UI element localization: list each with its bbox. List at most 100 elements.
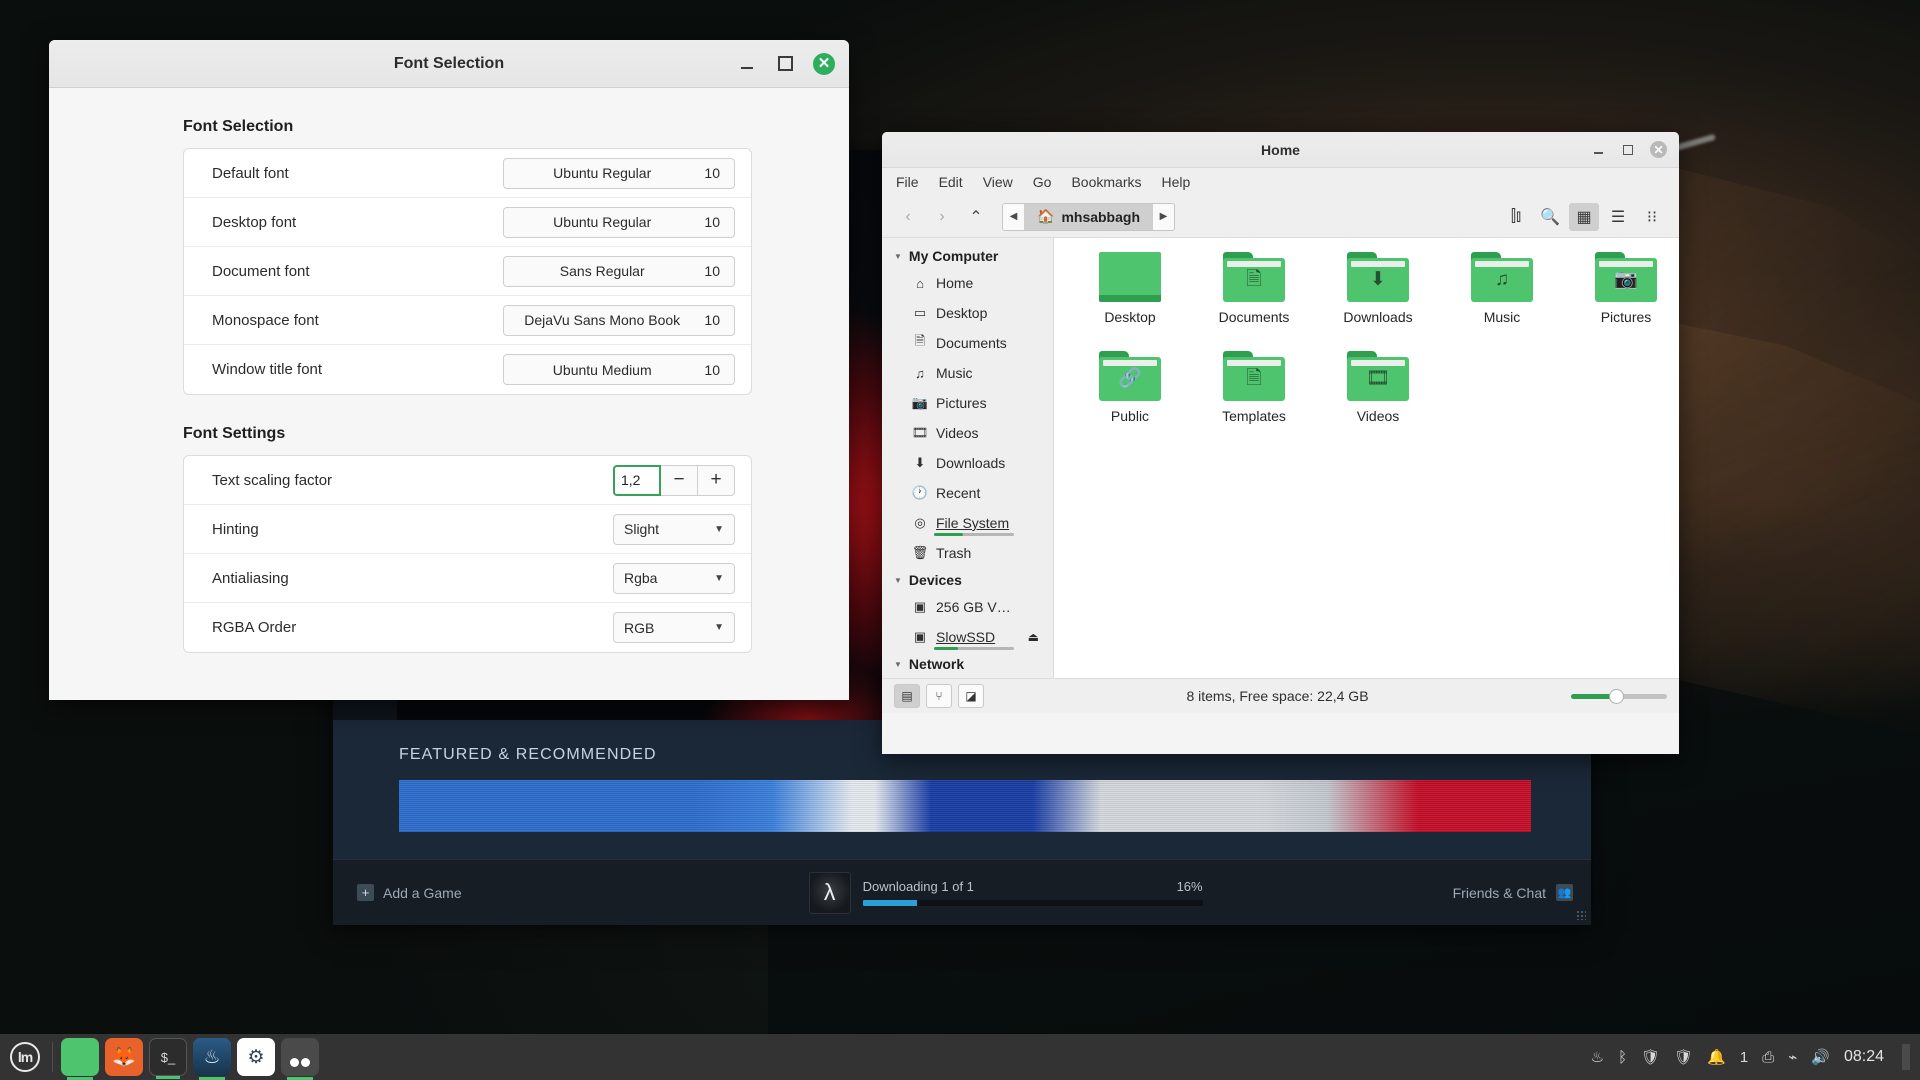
close-icon[interactable]: ✕ <box>813 52 835 75</box>
firewall-icon[interactable]: 🛡 <box>1674 1048 1693 1066</box>
rgba-order-select[interactable]: RGB ▼ <box>613 612 735 643</box>
icon-view-icon[interactable]: ▦ <box>1569 202 1599 231</box>
removable-media-icon[interactable]: ⎙ <box>1762 1049 1774 1066</box>
file-manager-titlebar[interactable]: Home ✕ <box>882 132 1679 168</box>
split-view-icon[interactable]: ⫿⫾ <box>1501 203 1531 231</box>
font-dialog-titlebar[interactable]: Font Selection ✕ <box>49 40 849 88</box>
notifications-icon[interactable]: 🔔 <box>1707 1048 1726 1066</box>
sidebar-item-network[interactable]: 🌐Network <box>882 676 1053 678</box>
resize-grip[interactable] <box>1576 910 1586 920</box>
tree-icon[interactable]: ⑂ <box>926 684 952 708</box>
antialiasing-select[interactable]: Rgba ▼ <box>613 562 735 594</box>
file-manager-content[interactable]: Desktop 🗎 Documents ⬇ Downloads ♫ Music 📷 Pictur… <box>1054 238 1679 678</box>
font-selection-group[interactable]: Default font Ubuntu Regular 10 Desktop font… <box>183 148 752 395</box>
text-scaling-input[interactable]: 1,2 <box>613 464 661 496</box>
font-selection-dialog[interactable]: Font Selection ✕ Font Selection Default … <box>49 40 849 700</box>
sidebar-header-devices[interactable]: ▼ Devices <box>882 568 1053 592</box>
sidebar-item-downloads[interactable]: ⬇ Downloads <box>882 448 1053 478</box>
launcher-toggles[interactable] <box>281 1038 319 1080</box>
file-item[interactable]: ⬇ Downloads <box>1316 252 1440 325</box>
menu-edit[interactable]: Edit <box>939 174 963 190</box>
sidebar-item-file-system[interactable]: ◎ File System <box>882 508 1053 538</box>
file-item[interactable]: ♫ Music <box>1440 252 1564 325</box>
file-item[interactable]: 🎞 Videos <box>1316 351 1440 424</box>
taskbar-launchers[interactable]: 🦊 $_ ♨ ⚙ <box>61 1038 319 1080</box>
launcher-files[interactable] <box>61 1038 99 1080</box>
font-picker-button[interactable]: Ubuntu Medium 10 <box>503 354 735 385</box>
file-manager-window[interactable]: Home ✕ File Edit View Go Bookmarks Help ‹ › ⌃… <box>882 132 1679 754</box>
maximize-icon[interactable] <box>775 54 795 74</box>
list-view-icon[interactable]: ☰ <box>1603 203 1633 231</box>
font-picker-button[interactable]: Sans Regular 10 <box>503 255 735 287</box>
maximize-icon[interactable] <box>1620 142 1636 158</box>
sidebar-item-videos[interactable]: 🎞 Videos <box>882 418 1053 448</box>
font-picker-button[interactable]: Ubuntu Regular 10 <box>503 157 735 189</box>
steam-tray-icon[interactable]: ♨ <box>1591 1048 1604 1066</box>
sidebar-header-network[interactable]: ▼ Network <box>882 652 1053 676</box>
add-a-game-button[interactable]: + Add a Game <box>357 884 462 901</box>
menu-bar[interactable]: File Edit View Go Bookmarks Help <box>882 168 1679 196</box>
mint-menu-button[interactable]: lm <box>0 1034 50 1080</box>
sidebar-item-pictures[interactable]: 📷 Pictures <box>882 388 1053 418</box>
zoom-slider[interactable] <box>1571 688 1667 704</box>
path-next-button[interactable]: ▶ <box>1153 203 1175 230</box>
compact-view-icon[interactable]: ⁝⁝ <box>1637 203 1667 231</box>
launcher-terminal[interactable]: $_ <box>149 1038 187 1079</box>
close-icon[interactable]: ✕ <box>1650 141 1667 158</box>
file-item[interactable]: 📷 Pictures <box>1564 252 1679 325</box>
hinting-select[interactable]: Slight ▼ <box>613 513 735 545</box>
volume-icon[interactable]: 🔊 <box>1811 1048 1830 1066</box>
eject-icon[interactable]: ⏏ <box>1028 630 1039 644</box>
minimize-icon[interactable] <box>1590 142 1606 158</box>
font-picker-button[interactable]: Ubuntu Regular 10 <box>503 206 735 238</box>
menu-go[interactable]: Go <box>1033 174 1052 190</box>
sidebar-header-my-computer[interactable]: ▼ My Computer <box>882 244 1053 268</box>
sidebar-item-desktop[interactable]: ▭ Desktop <box>882 298 1053 328</box>
update-manager-icon[interactable]: 🛡 <box>1641 1048 1660 1066</box>
zoom-slider-knob[interactable] <box>1609 688 1625 704</box>
sidebar-item-home[interactable]: ⌂ Home <box>882 268 1053 298</box>
search-icon[interactable]: 🔍 <box>1535 203 1565 231</box>
sidebar-item-trash[interactable]: 🗑 Trash <box>882 538 1053 568</box>
menu-bookmarks[interactable]: Bookmarks <box>1071 174 1141 190</box>
file-item[interactable]: Desktop <box>1068 252 1192 325</box>
file-item[interactable]: 🔗 Public <box>1068 351 1192 424</box>
sidebar-item-slowssd[interactable]: ▣ SlowSSD ⏏ <box>882 622 1053 652</box>
launcher-settings[interactable]: ⚙ <box>237 1038 275 1076</box>
featured-banner[interactable] <box>399 780 1531 832</box>
friends-and-chat-button[interactable]: Friends & Chat 👥 <box>1453 884 1591 901</box>
file-manager-sidebar[interactable]: ▼ My Computer ⌂ Home ▭ Desktop 🗎 Documents ♫ Musi… <box>882 238 1054 678</box>
breadcrumb-mhsabbagh[interactable]: 🏠 mhsabbagh <box>1024 203 1154 230</box>
font-settings-group[interactable]: Text scaling factor 1,2 − + Hinting Slig… <box>183 455 752 653</box>
file-item[interactable]: 🗎 Templates <box>1192 351 1316 424</box>
text-scaling-increment[interactable]: + <box>698 464 735 496</box>
bluetooth-icon[interactable]: ᛒ <box>1618 1049 1627 1066</box>
text-scaling-decrement[interactable]: − <box>661 464 698 496</box>
minimize-icon[interactable] <box>737 54 757 74</box>
up-button[interactable]: ⌃ <box>962 203 990 231</box>
network-icon[interactable]: ⌁ <box>1788 1048 1797 1066</box>
toggle-sidebar-icon[interactable]: ◪ <box>958 684 984 708</box>
sidebar-item-music[interactable]: ♫ Music <box>882 358 1053 388</box>
file-icon-grid[interactable]: Desktop 🗎 Documents ⬇ Downloads ♫ Music 📷 Pictur… <box>1054 252 1679 424</box>
font-picker-button[interactable]: DejaVu Sans Mono Book 10 <box>503 304 735 336</box>
system-tray[interactable]: ♨ ᛒ 🛡 🛡 🔔 1 ⎙ ⌁ 🔊 08:24 <box>1591 1044 1920 1070</box>
menu-file[interactable]: File <box>896 174 919 190</box>
taskbar-grip[interactable] <box>1902 1044 1910 1070</box>
menu-help[interactable]: Help <box>1162 174 1191 190</box>
back-button[interactable]: ‹ <box>894 203 922 231</box>
path-prev-button[interactable]: ◀ <box>1003 203 1024 230</box>
menu-view[interactable]: View <box>983 174 1013 190</box>
download-status-area[interactable]: λ Downloading 1 of 1 16% <box>808 871 1203 914</box>
sidebar-item-256-gb-v[interactable]: ▣ 256 GB V… <box>882 592 1053 622</box>
taskbar[interactable]: lm 🦊 $_ ♨ ⚙ ♨ ᛒ 🛡 🛡 🔔 1 ⎙ ⌁ 🔊 08:24 <box>0 1034 1920 1080</box>
path-bar[interactable]: ◀ 🏠 mhsabbagh ▶ <box>1002 202 1176 231</box>
sidebar-item-recent[interactable]: 🕐 Recent <box>882 478 1053 508</box>
clock[interactable]: 08:24 <box>1844 1048 1884 1066</box>
launcher-steam[interactable]: ♨ <box>193 1038 231 1080</box>
places-icon[interactable]: ▤ <box>894 684 920 708</box>
launcher-firefox[interactable]: 🦊 <box>105 1038 143 1076</box>
sidebar-item-documents[interactable]: 🗎 Documents <box>882 328 1053 358</box>
text-scaling-stepper[interactable]: 1,2 − + <box>613 464 735 496</box>
forward-button[interactable]: › <box>928 203 956 231</box>
